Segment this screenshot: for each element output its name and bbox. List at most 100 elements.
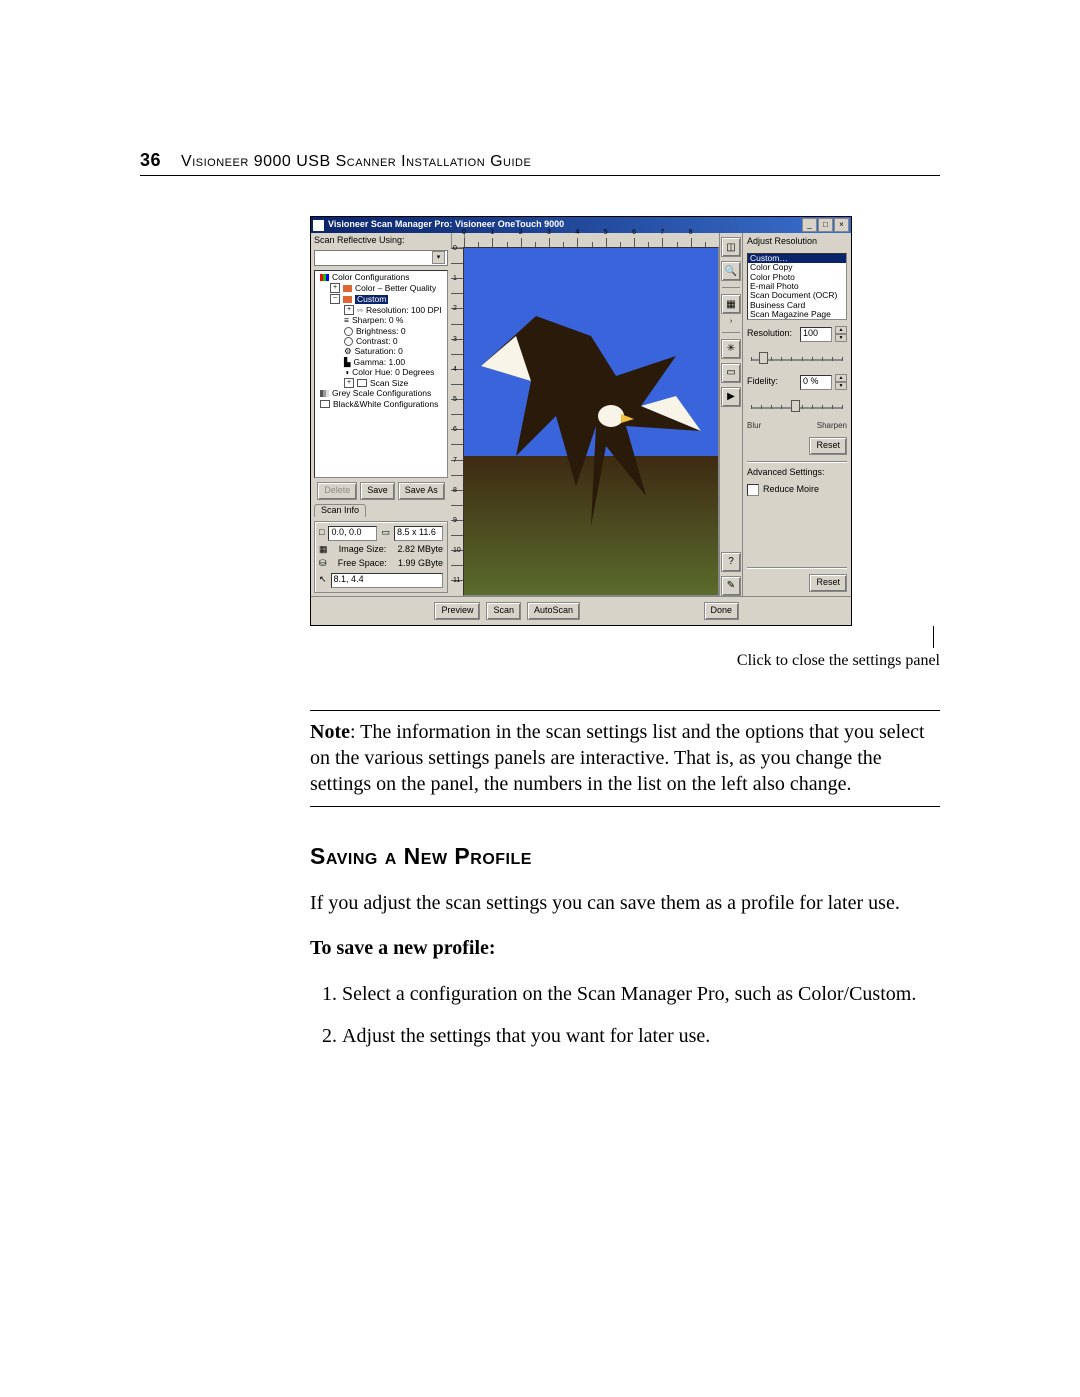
save-button[interactable]: Save: [360, 482, 395, 500]
tree-colorhue: Color Hue: 0 Degrees: [352, 368, 434, 377]
newdoc-tool-icon[interactable]: ✎: [721, 576, 741, 596]
tree-gray: Grey Scale Configurations: [332, 389, 431, 398]
reduce-moire-checkbox[interactable]: Reduce Moire: [747, 484, 847, 496]
ruler-horizontal: [451, 233, 719, 247]
reduce-moire-label: Reduce Moire: [763, 485, 819, 495]
tree-brightness: Brightness: 0: [356, 327, 406, 336]
bottom-bar: Preview Scan AutoScan Done: [311, 596, 851, 625]
preview-canvas[interactable]: [463, 247, 719, 596]
advanced-label: Advanced Settings:: [747, 468, 847, 478]
coords-icon: □: [319, 528, 324, 538]
delete-button[interactable]: Delete: [317, 482, 357, 500]
settings-title: Adjust Resolution: [747, 237, 847, 247]
free-value: 1.99 GByte: [398, 559, 443, 569]
resolution-spinner[interactable]: ▲▼: [835, 326, 847, 342]
pointer-value: 8.1, 4.4: [331, 573, 443, 588]
folder-icon: [343, 296, 352, 303]
dims-icon: ▭: [381, 528, 390, 538]
procedure-steps: Select a configuration on the Scan Manag…: [310, 980, 940, 1050]
scan-mode-dropdown[interactable]: ▾: [314, 250, 448, 266]
done-button[interactable]: Done: [704, 602, 740, 620]
fidelity-slider[interactable]: [747, 398, 847, 414]
tree-contrast: Contrast: 0: [356, 337, 398, 346]
callout-text: Click to close the settings panel: [737, 652, 940, 670]
expand-icon[interactable]: +: [344, 305, 354, 315]
tree-bw: Black&White Configurations: [333, 400, 438, 409]
tree-gamma: Gamma: 1.00: [354, 358, 406, 367]
autoscan-button[interactable]: AutoScan: [527, 602, 580, 620]
fidelity-spinner[interactable]: ▲▼: [835, 374, 847, 390]
scan-button[interactable]: Scan: [486, 602, 521, 620]
titlebar: Visioneer Scan Manager Pro: Visioneer On…: [311, 217, 851, 233]
settings-tree[interactable]: Color Configurations +Color – Better Qua…: [314, 270, 448, 478]
tab-scaninfo[interactable]: Scan Info: [314, 504, 366, 517]
resolution-slider[interactable]: [747, 350, 847, 366]
screenshot-window: Visioneer Scan Manager Pro: Visioneer On…: [310, 216, 852, 626]
tree-better-quality: Color – Better Quality: [355, 284, 436, 293]
preset-list[interactable]: Custom… Color Copy Color Photo E-mail Ph…: [747, 253, 847, 320]
sharpen-label: Sharpen: [817, 422, 847, 431]
zoom-tool-icon[interactable]: 🔍: [721, 261, 741, 281]
fidelity-input[interactable]: 0 %: [800, 375, 832, 390]
sharpen-icon: ≡: [344, 316, 349, 325]
tree-sharpen: Sharpen: 0 %: [352, 316, 404, 325]
imgsize-label: Image Size:: [339, 545, 387, 555]
callout-wrap: Click to close the settings panel: [310, 626, 940, 670]
gray-icon: [320, 390, 329, 397]
fidelity-label: Fidelity:: [747, 377, 797, 387]
chevron-down-icon: ▾: [432, 251, 445, 264]
section-heading: Saving a New Profile: [310, 843, 940, 870]
scansize-icon: [357, 379, 367, 387]
dims-value: 8.5 x 11.6: [394, 526, 443, 541]
imgsize-icon: ▦: [319, 545, 328, 555]
saturation-icon: ⚙: [344, 347, 352, 356]
colorhue-icon: ◑: [344, 368, 349, 377]
tree-resolution: Resolution: 100 DPI: [366, 306, 442, 315]
help-tool-icon[interactable]: ?: [721, 552, 741, 572]
imgsize-value: 2.82 MByte: [397, 545, 443, 555]
reset-button[interactable]: Reset: [809, 437, 847, 455]
settings-panel: Adjust Resolution Custom… Color Copy Col…: [742, 233, 851, 596]
scan-mode-label: Scan Reflective Using:: [314, 236, 448, 246]
resolution-input[interactable]: 100: [800, 327, 832, 342]
window-title: Visioneer Scan Manager Pro: Visioneer On…: [328, 220, 802, 230]
doc-title: Visioneer 9000 USB Scanner Installation …: [181, 153, 531, 171]
rotate-tool-icon[interactable]: ✳: [721, 339, 741, 359]
crop-tool-icon[interactable]: ◫: [721, 237, 741, 257]
expand-icon[interactable]: +: [344, 378, 354, 388]
callout-leader: [933, 626, 934, 648]
expand-icon[interactable]: +: [330, 283, 340, 293]
step-1: Select a configuration on the Scan Manag…: [342, 980, 940, 1008]
tree-custom[interactable]: Custom: [355, 295, 388, 304]
minimize-button[interactable]: _: [802, 218, 817, 232]
close-button[interactable]: ×: [834, 218, 849, 232]
rect-tool-icon[interactable]: ▭: [721, 363, 741, 383]
eagle-image: [476, 306, 706, 536]
color-icon: [320, 274, 329, 281]
maximize-button[interactable]: □: [818, 218, 833, 232]
gamma-icon: ▙: [344, 358, 351, 367]
free-icon: ⛁: [319, 559, 327, 569]
note-rule-top: [310, 710, 940, 711]
note-bold: Note: [310, 721, 350, 743]
saveas-button[interactable]: Save As: [398, 482, 445, 500]
tree-saturation: Saturation: 0: [355, 347, 403, 356]
pointer-icon: ↖: [319, 575, 327, 585]
reset2-button[interactable]: Reset: [809, 574, 847, 592]
preset-magazine[interactable]: Scan Magazine Page: [748, 310, 846, 319]
resolution-label: Resolution:: [747, 329, 797, 339]
procedure-heading: To save a new profile:: [310, 937, 940, 960]
video-tool-icon[interactable]: ▶: [721, 387, 741, 407]
preview-button[interactable]: Preview: [434, 602, 480, 620]
section-intro: If you adjust the scan settings you can …: [310, 889, 940, 917]
arrow-icon: ›: [730, 318, 732, 326]
ruler-vertical: [451, 247, 463, 596]
header-rule: [140, 175, 940, 176]
brightness-icon: [344, 327, 353, 336]
tree-scansize: Scan Size: [370, 379, 408, 388]
app-icon: [313, 220, 324, 231]
collapse-icon[interactable]: −: [330, 294, 340, 304]
grid-tool-icon[interactable]: ▦: [721, 294, 741, 314]
step-2: Adjust the settings that you want for la…: [342, 1022, 940, 1050]
preview-area: [451, 233, 719, 596]
